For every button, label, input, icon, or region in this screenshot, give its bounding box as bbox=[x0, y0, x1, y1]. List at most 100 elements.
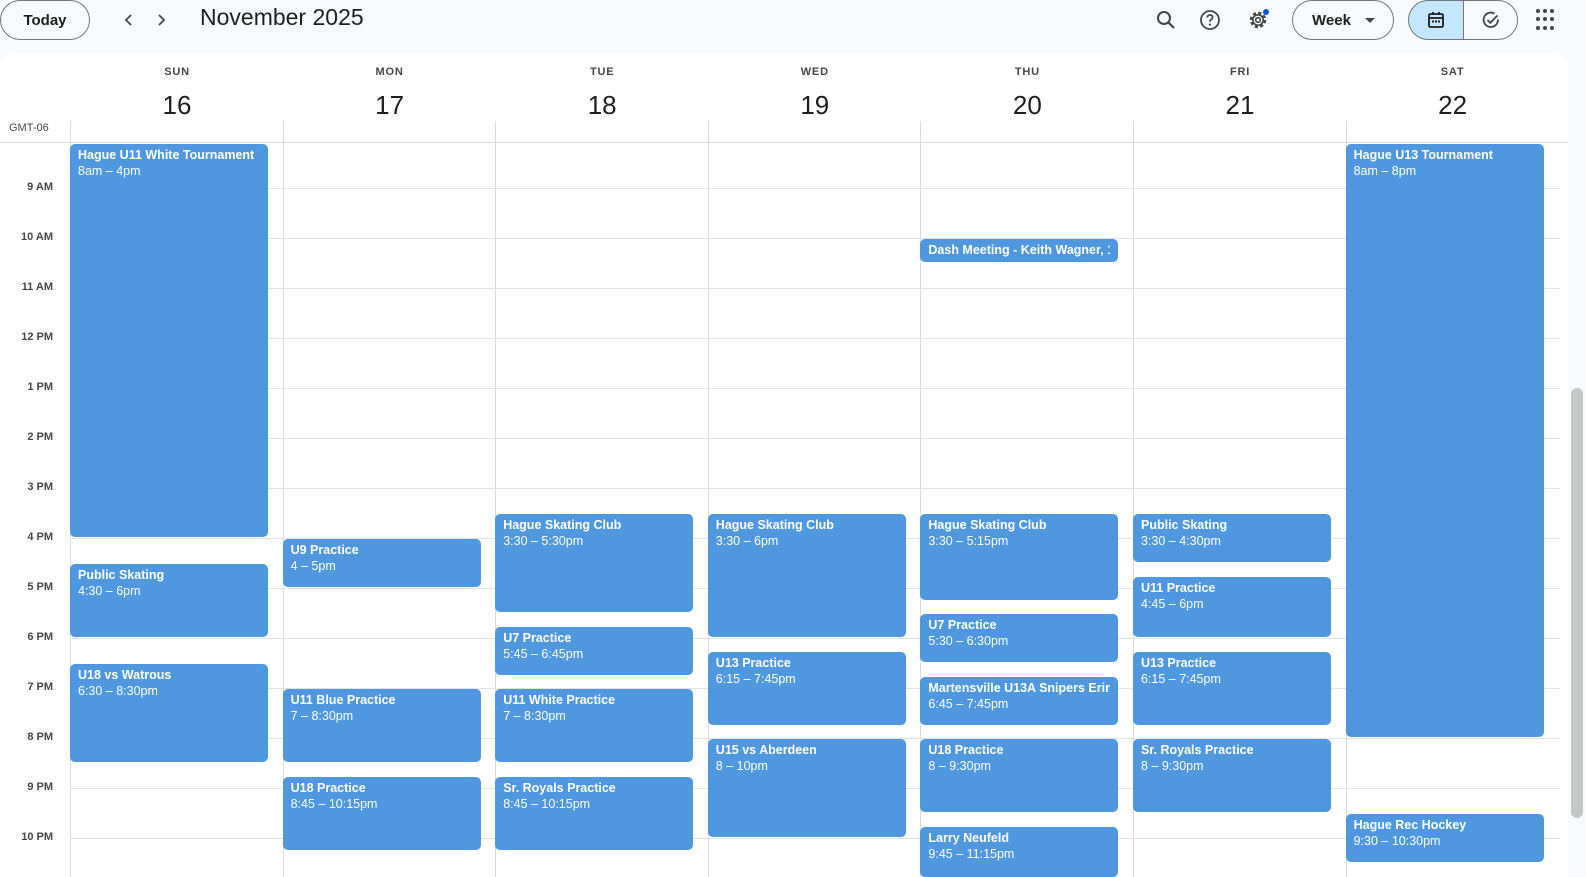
calendar-event[interactable]: Sr. Royals Practice 8 – 9:30pm bbox=[1133, 739, 1331, 812]
tasks-check-icon bbox=[1482, 11, 1499, 28]
hour-gridline bbox=[70, 438, 1560, 439]
hour-gridline bbox=[70, 238, 1560, 239]
calendar-event[interactable]: U15 vs Aberdeen 8 – 10pm bbox=[707, 739, 906, 837]
calendar-event[interactable]: U18 vs Watrous 6:30 – 8:30pm bbox=[70, 664, 268, 762]
day-of-week-label: THU bbox=[1014, 66, 1040, 78]
day-number[interactable]: 22 bbox=[1347, 90, 1559, 121]
calendar-event[interactable]: Public Skating 3:30 – 4:30pm bbox=[1133, 514, 1331, 562]
calendar-event[interactable]: Hague U11 White Tournament 8am – 4pm bbox=[70, 144, 268, 537]
event-time: 9:30 – 10:30pm bbox=[1353, 834, 1441, 848]
time-grid[interactable]: 9 AM 10 AM 11 AM 12 PM 1 PM 2 PM 3 PM 4 PM 5 PM 6… bbox=[0, 121, 1568, 877]
calendar-event[interactable]: Dash Meeting - Keith Wagner, 10 bbox=[920, 239, 1119, 262]
event-title: Martensville U13A Snipers Erin bbox=[928, 680, 1111, 695]
calendar-event[interactable]: Hague Skating Club 3:30 – 5:15pm bbox=[920, 514, 1119, 600]
day-number[interactable]: 19 bbox=[709, 90, 921, 121]
event-time: 3:30 – 6pm bbox=[715, 534, 779, 548]
event-time: 8am – 4pm bbox=[78, 164, 141, 178]
event-title: Public Skating bbox=[78, 568, 165, 582]
event-title: Hague Skating Club bbox=[715, 518, 834, 532]
event-title: U11 Blue Practice bbox=[290, 693, 396, 707]
time-label: 8 PM bbox=[27, 731, 53, 743]
calendar-event[interactable]: Hague U13 Tournament 8am – 8pm bbox=[1345, 144, 1544, 737]
view-selector-label: Week bbox=[1312, 11, 1351, 29]
event-title: U7 Practice bbox=[928, 618, 997, 632]
timezone-label: GMT-06 bbox=[9, 122, 49, 134]
event-title: U9 Practice bbox=[290, 543, 359, 557]
calendar-event[interactable]: U11 Blue Practice 7 – 8:30pm bbox=[282, 689, 481, 762]
hour-gridline bbox=[70, 638, 1560, 639]
day-number[interactable]: 16 bbox=[71, 90, 283, 121]
calendar-event[interactable]: U18 Practice 8 – 9:30pm bbox=[920, 739, 1119, 812]
top-toolbar: Today November 2025 Week bbox=[0, 0, 1586, 52]
event-title: Hague Skating Club bbox=[928, 518, 1047, 532]
day-of-week-label: FRI bbox=[1229, 66, 1251, 78]
event-title: U13 Practice bbox=[1141, 655, 1217, 670]
time-label: 5 PM bbox=[27, 581, 53, 593]
calendar-icon bbox=[1428, 12, 1444, 28]
day-of-week-label: TUE bbox=[589, 66, 615, 78]
event-time: 6:30 – 8:30pm bbox=[78, 684, 158, 698]
view-selector-button[interactable]: Week bbox=[1292, 0, 1394, 40]
event-title: U15 vs Aberdeen bbox=[715, 743, 817, 757]
time-label: 12 PM bbox=[21, 331, 53, 343]
calendar-event[interactable]: Martensville U13A Snipers Erin 6:45 – 7:4… bbox=[920, 676, 1119, 725]
event-time: 8 – 9:30pm bbox=[1141, 759, 1204, 773]
hour-gridline bbox=[70, 338, 1560, 339]
event-time: 3:30 – 4:30pm bbox=[1141, 534, 1221, 548]
time-label: 7 PM bbox=[27, 681, 53, 693]
calendar-event[interactable]: U9 Practice 4 – 5pm bbox=[282, 539, 481, 587]
day-number[interactable]: 17 bbox=[284, 90, 496, 121]
calendar-event[interactable]: U13 Practice 6:15 – 7:45pm bbox=[1133, 651, 1331, 725]
day-number[interactable]: 21 bbox=[1134, 90, 1346, 121]
tasks-view-toggle[interactable] bbox=[1463, 0, 1518, 40]
hour-gridline bbox=[70, 388, 1560, 389]
calendar-event[interactable]: Larry Neufeld 9:45 – 11:15pm bbox=[920, 826, 1119, 877]
calendar-event[interactable]: Public Skating 4:30 – 6pm bbox=[70, 564, 268, 637]
event-title: Sr. Royals Practice bbox=[503, 780, 616, 795]
calendar-event[interactable]: U18 Practice 8:45 – 10:15pm bbox=[282, 776, 481, 850]
chevron-left-icon[interactable] bbox=[115, 6, 143, 34]
time-label: 9 AM bbox=[27, 181, 53, 193]
hour-gridline bbox=[70, 188, 1560, 189]
time-label: 4 PM bbox=[27, 531, 53, 543]
gear-icon[interactable] bbox=[1242, 4, 1274, 36]
scrollbar-thumb[interactable] bbox=[1571, 388, 1583, 818]
event-title: U11 Practice bbox=[1141, 580, 1216, 595]
event-time: 8 – 9:30pm bbox=[928, 759, 991, 773]
day-of-week-label: MON bbox=[375, 66, 404, 78]
event-title: U18 Practice bbox=[290, 780, 366, 795]
calendar-event[interactable]: U11 Practice 4:45 – 6pm bbox=[1133, 576, 1331, 637]
event-title: Sr. Royals Practice bbox=[1141, 743, 1254, 757]
time-label: 11 AM bbox=[21, 281, 53, 293]
calendar-event[interactable]: Hague Skating Club 3:30 – 5:30pm bbox=[495, 514, 694, 612]
event-time: 6:15 – 7:45pm bbox=[1141, 671, 1221, 686]
apps-grid-icon[interactable] bbox=[1536, 9, 1558, 31]
today-button[interactable]: Today bbox=[0, 0, 90, 40]
calendar-view-toggle[interactable] bbox=[1408, 0, 1464, 40]
event-time: 5:45 – 6:45pm bbox=[503, 646, 584, 661]
calendar-event[interactable]: U7 Practice 5:30 – 6:30pm bbox=[920, 614, 1119, 662]
event-time: 8:45 – 10:15pm bbox=[503, 796, 591, 811]
event-title: Hague U13 Tournament bbox=[1353, 148, 1493, 162]
month-title: November 2025 bbox=[200, 4, 364, 30]
event-time: 4:30 – 6pm bbox=[78, 584, 141, 598]
calendar-event[interactable]: Hague Rec Hockey 9:30 – 10:30pm bbox=[1345, 814, 1544, 862]
day-number[interactable]: 18 bbox=[496, 90, 708, 121]
calendar-event[interactable]: U7 Practice 5:45 – 6:45pm bbox=[495, 626, 694, 675]
calendar-event[interactable]: U11 White Practice 7 – 8:30pm bbox=[495, 689, 694, 762]
event-time: 8am – 8pm bbox=[1353, 164, 1417, 178]
search-icon[interactable] bbox=[1150, 4, 1182, 36]
event-title: Dash Meeting - Keith Wagner, 10 bbox=[928, 243, 1111, 257]
caret-down-icon bbox=[1364, 17, 1375, 23]
event-time: 9:45 – 11:15pm bbox=[928, 846, 1015, 861]
event-time: 7 – 8:30pm bbox=[503, 709, 566, 723]
calendar-event[interactable]: U13 Practice 6:15 – 7:45pm bbox=[707, 651, 906, 725]
event-time: 8:45 – 10:15pm bbox=[290, 796, 378, 811]
chevron-right-icon[interactable] bbox=[147, 6, 175, 34]
day-number[interactable]: 20 bbox=[921, 90, 1133, 121]
calendar-event[interactable]: Hague Skating Club 3:30 – 6pm bbox=[707, 514, 906, 637]
help-icon[interactable] bbox=[1194, 4, 1226, 36]
day-of-week-label: WED bbox=[800, 66, 829, 78]
calendar-event[interactable]: Sr. Royals Practice 8:45 – 10:15pm bbox=[495, 776, 694, 850]
event-title: U18 vs Watrous bbox=[78, 668, 172, 682]
